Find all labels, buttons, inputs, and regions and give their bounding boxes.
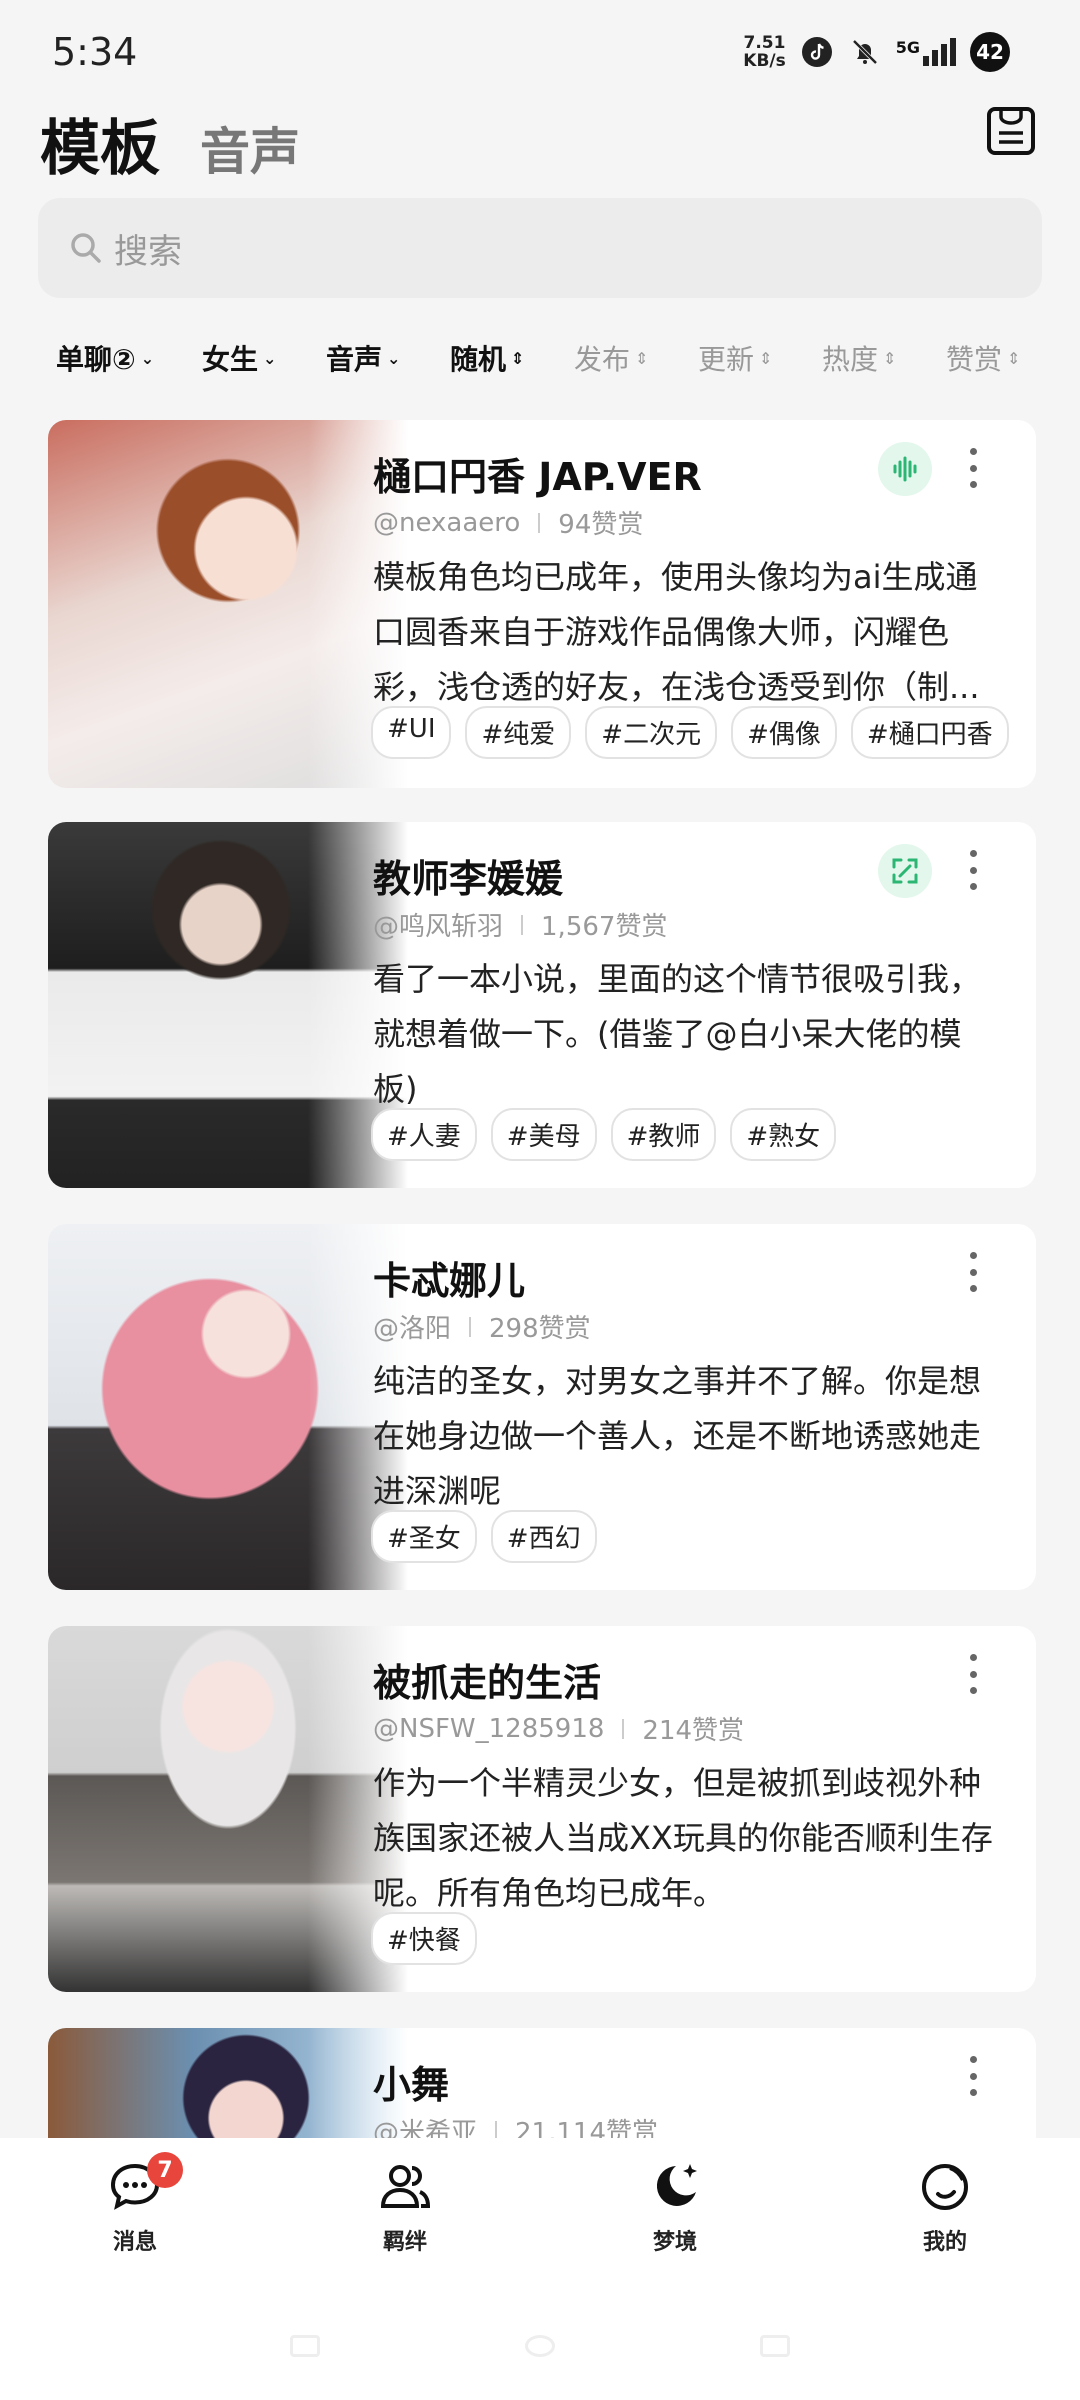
card-title: 小舞	[373, 2063, 450, 2107]
audio-wave-icon[interactable]	[878, 442, 932, 496]
filter-bar: 单聊② ⌄ 女生 ⌄ 音声 ⌄ 随机 ⇕ 发布 ⇕ 更新 ⇕ 热度 ⇕ 赞赏 ⇕	[0, 338, 1080, 388]
card-meta: @NSFW_1285918 214赞赏	[373, 1713, 745, 1747]
network-speed: 7.51 KB/s	[743, 33, 786, 71]
tab-voice[interactable]: 音声	[200, 112, 300, 184]
more-options-icon[interactable]	[968, 1252, 978, 1292]
template-card[interactable]: 被抓走的生活 @NSFW_1285918 214赞赏 作为一个半精灵少女，但是被抓…	[48, 1626, 1036, 1992]
search-icon	[71, 233, 101, 263]
tag-list: #快餐	[371, 1912, 477, 1965]
tag[interactable]: #二次元	[585, 706, 718, 759]
card-title: 教师李媛媛	[373, 857, 564, 901]
system-recents-button[interactable]	[290, 2335, 320, 2357]
filter-female[interactable]: 女生 ⌄	[202, 338, 276, 378]
tiktok-icon	[801, 37, 832, 67]
signal-icon: 5G	[896, 38, 956, 66]
nav-dreams[interactable]: 梦境	[615, 2158, 735, 2256]
header: 模板 音声	[0, 90, 1080, 190]
battery-indicator: 42	[970, 32, 1010, 72]
character-avatar	[48, 1626, 408, 1992]
system-back-button[interactable]	[760, 2335, 790, 2357]
mute-bell-icon	[852, 39, 878, 65]
more-options-icon[interactable]	[968, 850, 978, 890]
template-card[interactable]: 卡忒娜儿 @洛阳 298赞赏 纯洁的圣女，对男女之事并不了解。你是想在她身边做一个…	[48, 1224, 1036, 1590]
filter-update[interactable]: 更新 ⇕	[698, 338, 772, 378]
more-options-icon[interactable]	[968, 2056, 978, 2096]
unread-badge: 7	[147, 2152, 183, 2188]
system-home-button[interactable]	[525, 2335, 555, 2357]
sort-icon: ⇕	[1007, 348, 1021, 368]
filter-voice[interactable]: 音声 ⌄	[326, 338, 400, 378]
card-description: 作为一个半精灵少女，但是被抓到歧视外种族国家还被人当成XX玩具的你能否顺利生存呢…	[373, 1764, 993, 1912]
tag[interactable]: #教师	[610, 1108, 717, 1161]
more-options-icon[interactable]	[968, 1654, 978, 1694]
search-input[interactable]: 搜索	[38, 198, 1042, 298]
nav-messages[interactable]: 7 消息	[75, 2152, 195, 2256]
card-meta: @nexaaero 94赞赏	[373, 507, 644, 541]
card-description: 模板角色均已成年，使用头像均为ai生成通口圆香来自于游戏作品偶像大师，闪耀色彩，…	[373, 558, 980, 706]
tag[interactable]: #熟女	[730, 1108, 837, 1161]
more-options-icon[interactable]	[968, 448, 978, 488]
template-card[interactable]: 樋口円香 JAP.VER @nexaaero 94赞赏 模板角色均已成年，使用头像…	[48, 420, 1036, 788]
sort-icon: ⇕	[511, 348, 525, 368]
nav-bonds[interactable]: 羁绊	[345, 2158, 465, 2256]
filter-single-chat[interactable]: 单聊② ⌄	[56, 338, 154, 378]
card-title: 樋口円香 JAP.VER	[373, 455, 702, 499]
expand-icon[interactable]	[878, 844, 932, 898]
card-description: 纯洁的圣女，对男女之事并不了解。你是想在她身边做一个善人，还是不断地诱惑她走进深…	[373, 1362, 982, 1510]
nav-profile[interactable]: 我的	[885, 2158, 1005, 2256]
chevron-down-icon: ⌄	[387, 348, 401, 368]
tab-templates[interactable]: 模板	[40, 100, 160, 187]
template-card[interactable]: 教师李媛媛 @鸣风斩羽 1,567赞赏 看了一本小说，里面的这个情节很吸引我，就想…	[48, 822, 1036, 1188]
tag-list: #人妻 #美母 #教师 #熟女	[371, 1108, 837, 1161]
filter-publish[interactable]: 发布 ⇕	[574, 338, 648, 378]
tag[interactable]: #偶像	[731, 706, 837, 759]
character-avatar	[48, 420, 408, 788]
status-bar: 5:34 7.51 KB/s 5G 42	[0, 0, 1080, 100]
profile-circle-icon	[922, 2164, 968, 2210]
tag[interactable]: #西幻	[490, 1510, 597, 1563]
character-avatar	[48, 822, 408, 1188]
card-meta: @鸣风斩羽 1,567赞赏	[373, 912, 668, 942]
tag[interactable]: #纯爱	[465, 706, 572, 759]
card-title: 卡忒娜儿	[373, 1259, 526, 1303]
status-time: 5:34	[52, 30, 138, 74]
tag[interactable]: #美母	[490, 1108, 597, 1161]
tag-list: #UI #纯爱 #二次元 #偶像 #樋口円香	[371, 706, 1009, 759]
filter-random[interactable]: 随机 ⇕	[450, 338, 524, 378]
sort-icon: ⇕	[883, 348, 897, 368]
tag[interactable]: #快餐	[371, 1912, 477, 1965]
moon-star-icon	[656, 2164, 697, 2206]
tag[interactable]: #圣女	[371, 1510, 477, 1563]
card-meta: @洛阳 298赞赏	[373, 1314, 591, 1344]
tag[interactable]: #UI	[371, 706, 452, 759]
tag-list: #圣女 #西幻	[371, 1510, 597, 1563]
character-avatar	[48, 1224, 408, 1590]
template-list-icon[interactable]	[984, 104, 1038, 158]
card-description: 看了一本小说，里面的这个情节很吸引我，就想着做一下。(借鉴了@白小呆大佬的模板)	[373, 960, 982, 1108]
chevron-down-icon: ⌄	[263, 348, 277, 368]
search-placeholder: 搜索	[114, 231, 182, 272]
bottom-nav: 7 消息 羁绊 梦境 我的	[0, 2138, 1080, 2400]
filter-rewards[interactable]: 赞赏 ⇕	[946, 338, 1020, 378]
sort-icon: ⇕	[759, 348, 773, 368]
tag[interactable]: #人妻	[371, 1108, 477, 1161]
chevron-down-icon: ⌄	[140, 348, 155, 368]
tag[interactable]: #樋口円香	[850, 706, 1009, 759]
filter-popularity[interactable]: 热度 ⇕	[822, 338, 896, 378]
sort-icon: ⇕	[635, 348, 649, 368]
card-title: 被抓走的生活	[373, 1661, 602, 1705]
status-icons: 7.51 KB/s 5G 42	[743, 32, 1010, 72]
users-icon	[380, 2165, 431, 2208]
